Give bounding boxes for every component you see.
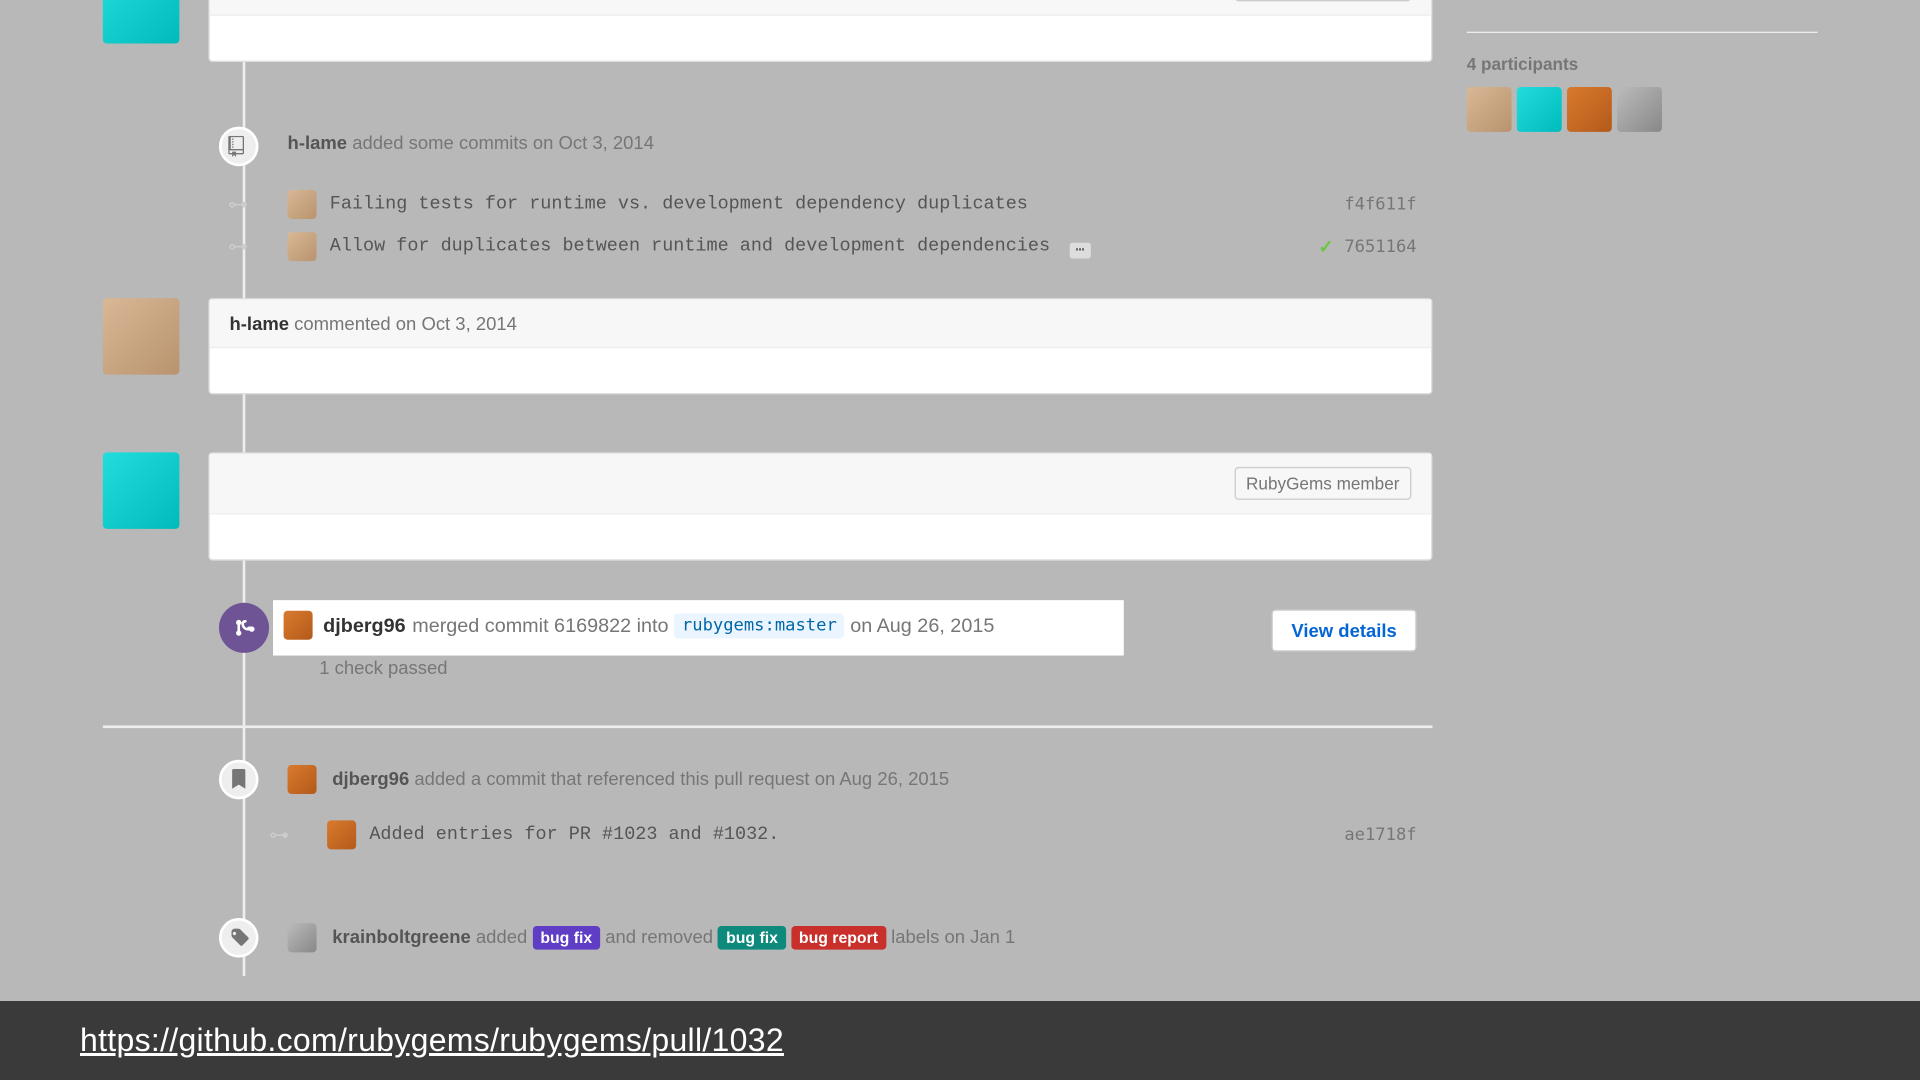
- timestamp[interactable]: on Oct 3, 2014: [533, 132, 654, 153]
- label-tag[interactable]: bug fix: [718, 926, 786, 950]
- commit-sha[interactable]: 7651164: [1344, 237, 1432, 257]
- commit-sha[interactable]: ae1718f: [1344, 825, 1432, 845]
- checks-status[interactable]: 1 check passed: [319, 657, 447, 702]
- label-tag[interactable]: bug fix: [532, 926, 600, 950]
- comment-header: RubyGems member: [210, 454, 1431, 515]
- commit-message[interactable]: Failing tests for runtime vs. developmen…: [330, 194, 1345, 215]
- avatar[interactable]: [327, 820, 356, 849]
- avatar[interactable]: [288, 232, 317, 261]
- commit-message[interactable]: Added entries for PR #1023 and #1032.: [369, 824, 1344, 845]
- username-link[interactable]: h-lame: [288, 132, 348, 153]
- avatar[interactable]: [288, 190, 317, 219]
- bookmark-icon: [219, 760, 259, 800]
- commit-dot-icon: ⊶: [228, 235, 248, 259]
- participant-avatar[interactable]: [1617, 87, 1662, 132]
- ellipsis-toggle[interactable]: …: [1069, 242, 1091, 258]
- timestamp[interactable]: on Aug 26, 2015: [815, 767, 950, 788]
- participant-avatar[interactable]: [1467, 87, 1512, 132]
- avatar[interactable]: [103, 298, 180, 375]
- label-tag[interactable]: bug report: [791, 926, 886, 950]
- member-badge: RubyGems member: [1234, 0, 1411, 1]
- avatar[interactable]: [103, 0, 180, 44]
- comment-header: h-lame commented on Oct 3, 2014: [210, 299, 1431, 348]
- commit-sha[interactable]: f4f611f: [1344, 195, 1432, 215]
- view-details-button[interactable]: View details: [1272, 609, 1417, 651]
- repo-push-icon: [219, 127, 259, 167]
- comment-header: drbrain commented on Oct 1, 2014 RubyGem…: [210, 0, 1431, 16]
- member-badge: RubyGems member: [1234, 467, 1411, 500]
- avatar[interactable]: [103, 452, 180, 529]
- commit-message[interactable]: Allow for duplicates between runtime and…: [330, 235, 1319, 257]
- username-link[interactable]: djberg96: [332, 767, 409, 788]
- avatar[interactable]: [288, 923, 317, 952]
- username-link[interactable]: krainboltgreene: [332, 926, 471, 947]
- avatar[interactable]: [288, 765, 317, 794]
- participant-avatar[interactable]: [1567, 87, 1612, 132]
- tag-icon: [219, 918, 259, 958]
- participant-avatar[interactable]: [1517, 87, 1562, 132]
- url-caption: https://github.com/rubygems/rubygems/pul…: [0, 1001, 1920, 1080]
- username-link[interactable]: h-lame: [230, 313, 290, 334]
- commit-dot-icon: ⊶: [269, 823, 289, 847]
- git-merge-icon: [219, 603, 269, 653]
- timestamp[interactable]: on Oct 3, 2014: [396, 313, 517, 334]
- timestamp[interactable]: on Jan 1: [944, 926, 1015, 947]
- participants-heading: 4 participants: [1467, 54, 1818, 74]
- source-url-link[interactable]: https://github.com/rubygems/rubygems/pul…: [80, 1022, 784, 1059]
- check-success-icon[interactable]: ✓: [1318, 235, 1333, 257]
- commit-dot-icon: ⊶: [228, 193, 248, 217]
